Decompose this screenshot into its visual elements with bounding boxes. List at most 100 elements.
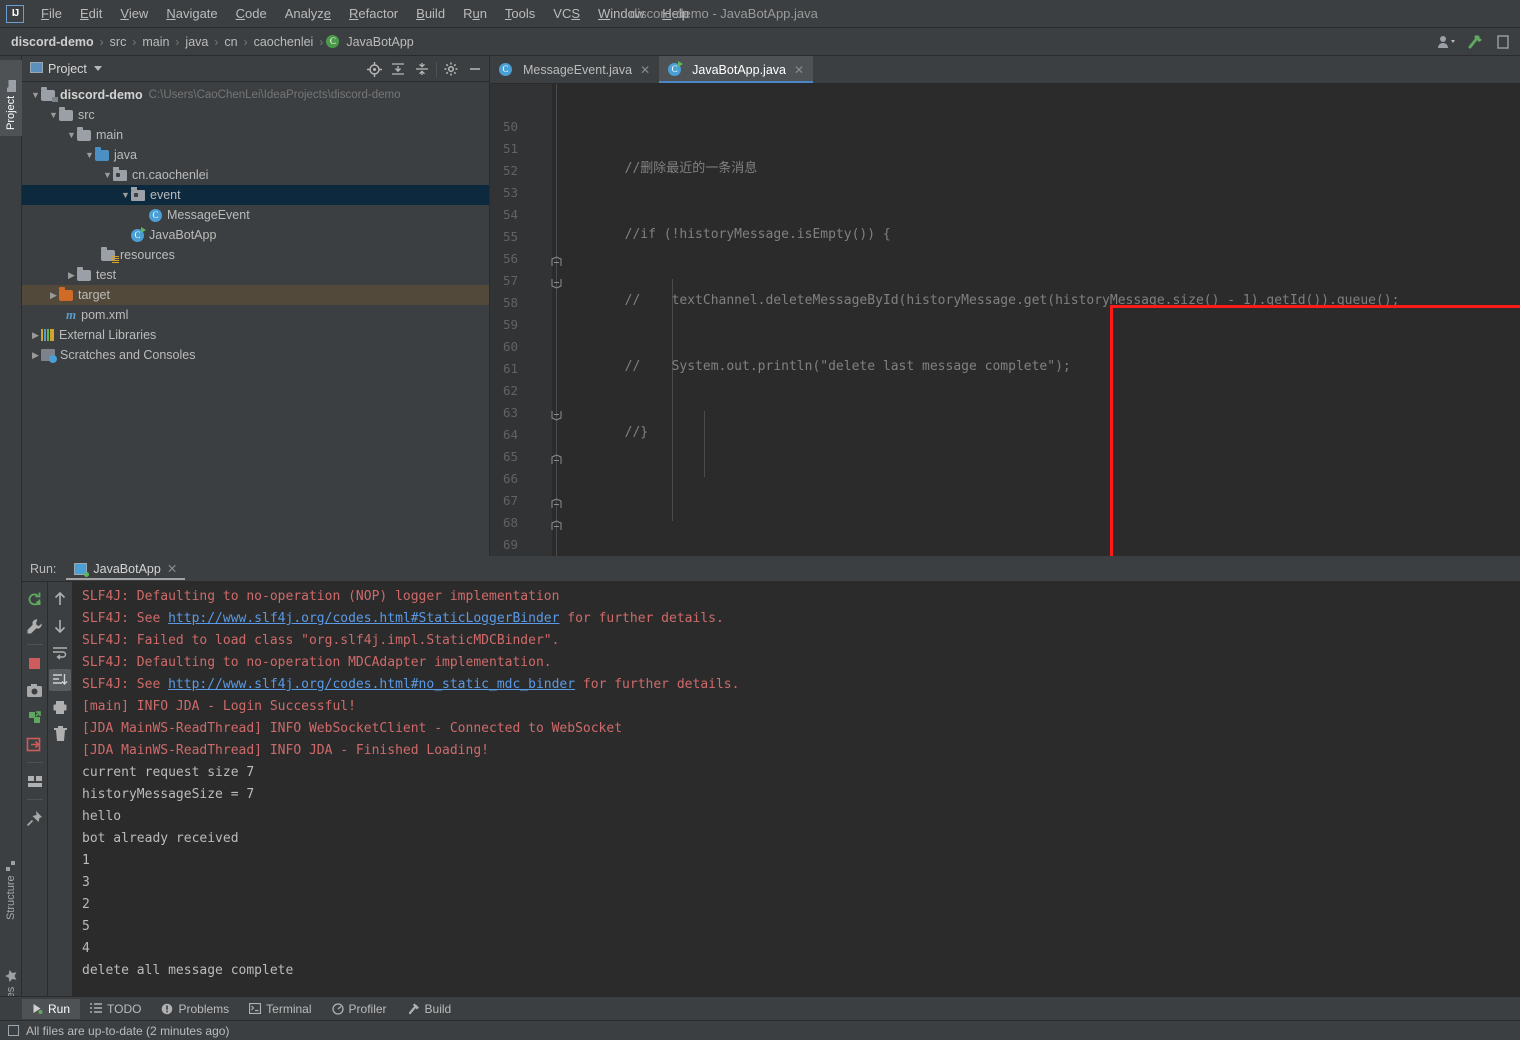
close-icon[interactable]: ✕ [640, 63, 650, 77]
chevron-down-icon[interactable]: ▼ [120, 190, 131, 200]
chevron-right-icon[interactable]: ▶ [30, 330, 41, 341]
menu-run[interactable]: Run [454, 2, 496, 25]
fold-end-marker[interactable] [551, 520, 562, 531]
trash-icon[interactable] [49, 723, 71, 745]
chevron-right-icon[interactable]: ▶ [48, 290, 59, 301]
gear-icon[interactable] [441, 59, 461, 79]
fold-end-marker[interactable] [551, 498, 562, 509]
tree-row-discord-demo[interactable]: ▼ discord-demo C:\Users\CaoChenLei\IdeaP… [22, 85, 489, 105]
fold-end-marker[interactable] [551, 256, 562, 267]
bottom-tab-build[interactable]: Build [397, 999, 462, 1019]
camera-snapshot-icon[interactable] [24, 679, 46, 701]
down-arrow-icon[interactable] [49, 615, 71, 637]
sidebar-tab-structure[interactable]: Structure [0, 836, 22, 926]
menu-file[interactable]: File [32, 2, 71, 25]
bottom-tab-terminal[interactable]: Terminal [239, 999, 321, 1019]
tree-row-java[interactable]: ▼ java [22, 145, 489, 165]
editor-tab-message-event[interactable]: C MessageEvent.java ✕ [490, 56, 659, 83]
up-arrow-icon[interactable] [49, 588, 71, 610]
code-content[interactable]: //删除最近的一条消息 //if (!historyMessage.isEmpt… [562, 114, 1520, 556]
close-icon[interactable]: ✕ [167, 561, 177, 576]
breadcrumb-item-6[interactable]: JavaBotApp [343, 33, 416, 51]
breadcrumb-item-2[interactable]: main [139, 33, 172, 51]
scroll-to-end-icon[interactable] [49, 669, 71, 691]
folder-icon [77, 266, 91, 281]
fold-start-marker[interactable] [551, 410, 562, 421]
bottom-tab-todo[interactable]: TODO [80, 999, 151, 1019]
hide-icon[interactable] [465, 59, 485, 79]
chevron-down-icon[interactable]: ▼ [84, 150, 95, 160]
tree-row-scratches-consoles[interactable]: ▶ Scratches and Consoles [22, 345, 489, 365]
more-icon[interactable] [1492, 32, 1514, 52]
bottom-tab-problems[interactable]: Problems [151, 999, 239, 1019]
line-number: 54 [502, 207, 518, 222]
locate-icon[interactable] [364, 59, 384, 79]
tree-row-resources[interactable]: resources [22, 245, 489, 265]
exit-icon[interactable] [24, 733, 46, 755]
chevron-right-icon[interactable]: ▶ [30, 350, 41, 361]
fold-end-marker[interactable] [551, 454, 562, 465]
tree-row-message-event[interactable]: C MessageEvent [22, 205, 489, 225]
menu-build[interactable]: Build [407, 2, 454, 25]
tree-row-cn-caochenlei[interactable]: ▼ cn.caochenlei [22, 165, 489, 185]
console-line: SLF4J: Failed to load class "org.slf4j.i… [82, 633, 560, 648]
run-config-tab[interactable]: JavaBotApp ✕ [66, 558, 186, 580]
pin-icon[interactable] [24, 807, 46, 829]
window-title: discord-demo - JavaBotApp.java [630, 6, 818, 21]
wrench-settings-icon[interactable] [24, 615, 46, 637]
menu-view[interactable]: View [111, 2, 157, 25]
chevron-down-icon[interactable]: ▼ [48, 110, 59, 120]
chevron-down-icon[interactable]: ▼ [102, 170, 113, 180]
user-account-icon[interactable] [1436, 32, 1458, 52]
console-output[interactable]: SLF4J: Defaulting to no-operation (NOP) … [72, 582, 1520, 996]
breadcrumb-item-0[interactable]: discord-demo [8, 33, 97, 51]
layout-icon[interactable] [24, 770, 46, 792]
tree-row-external-libraries[interactable]: ▶ External Libraries [22, 325, 489, 345]
stop-icon[interactable] [24, 652, 46, 674]
tree-row-main[interactable]: ▼ main [22, 125, 489, 145]
problems-warning-icon [161, 1003, 173, 1015]
code-editor[interactable]: 50 51 52 53 54 55 56 57 58 59 60 61 62 6… [490, 84, 1520, 556]
tree-row-target[interactable]: ▶ target [22, 285, 489, 305]
editor-tab-java-bot-app[interactable]: C JavaBotApp.java ✕ [659, 56, 814, 83]
breadcrumb-item-3[interactable]: java [182, 33, 211, 51]
menu-edit[interactable]: Edit [71, 2, 111, 25]
menu-navigate[interactable]: Navigate [157, 2, 226, 25]
rerun-icon[interactable] [24, 588, 46, 610]
build-hammer-icon[interactable] [1464, 32, 1486, 52]
line-number: 51 [502, 141, 518, 156]
chevron-right-icon[interactable]: ▶ [66, 270, 77, 281]
fold-start-marker[interactable] [551, 278, 562, 289]
project-panel-header: Project [22, 56, 489, 82]
console-link[interactable]: http://www.slf4j.org/codes.html#StaticLo… [168, 611, 559, 626]
chevron-down-icon[interactable]: ▼ [66, 130, 77, 140]
console-link[interactable]: http://www.slf4j.org/codes.html#no_stati… [168, 677, 575, 692]
chevron-down-icon[interactable] [93, 66, 102, 71]
bottom-tab-profiler[interactable]: Profiler [322, 999, 397, 1019]
library-icon [41, 329, 54, 341]
tree-row-src[interactable]: ▼ src [22, 105, 489, 125]
tree-row-java-bot-app[interactable]: C JavaBotApp [22, 225, 489, 245]
menu-refactor[interactable]: Refactor [340, 2, 407, 25]
close-icon[interactable]: ✕ [794, 63, 804, 77]
menu-vcs[interactable]: VCS [544, 2, 589, 25]
print-icon[interactable] [49, 696, 71, 718]
expand-all-icon[interactable] [388, 59, 408, 79]
console-right-actions [47, 582, 72, 996]
sidebar-tab-project[interactable]: Project [0, 60, 22, 136]
chevron-down-icon[interactable]: ▼ [30, 90, 41, 100]
soft-wrap-icon[interactable] [49, 642, 71, 664]
menu-code[interactable]: Code [227, 2, 276, 25]
editor-gutter[interactable]: 50 51 52 53 54 55 56 57 58 59 60 61 62 6… [490, 84, 552, 556]
bottom-tab-run[interactable]: Run [22, 998, 81, 1019]
breadcrumb-item-1[interactable]: src [107, 33, 130, 51]
thread-dump-icon[interactable] [24, 706, 46, 728]
tree-row-test[interactable]: ▶ test [22, 265, 489, 285]
menu-tools[interactable]: Tools [496, 2, 544, 25]
tree-row-pom-xml[interactable]: m pom.xml [22, 305, 489, 325]
breadcrumb-item-5[interactable]: caochenlei [251, 33, 317, 51]
collapse-all-icon[interactable] [412, 59, 432, 79]
breadcrumb-item-4[interactable]: cn [221, 33, 240, 51]
tree-row-event[interactable]: ▼ event [22, 185, 489, 205]
menu-analyze[interactable]: Analyze [276, 2, 340, 25]
